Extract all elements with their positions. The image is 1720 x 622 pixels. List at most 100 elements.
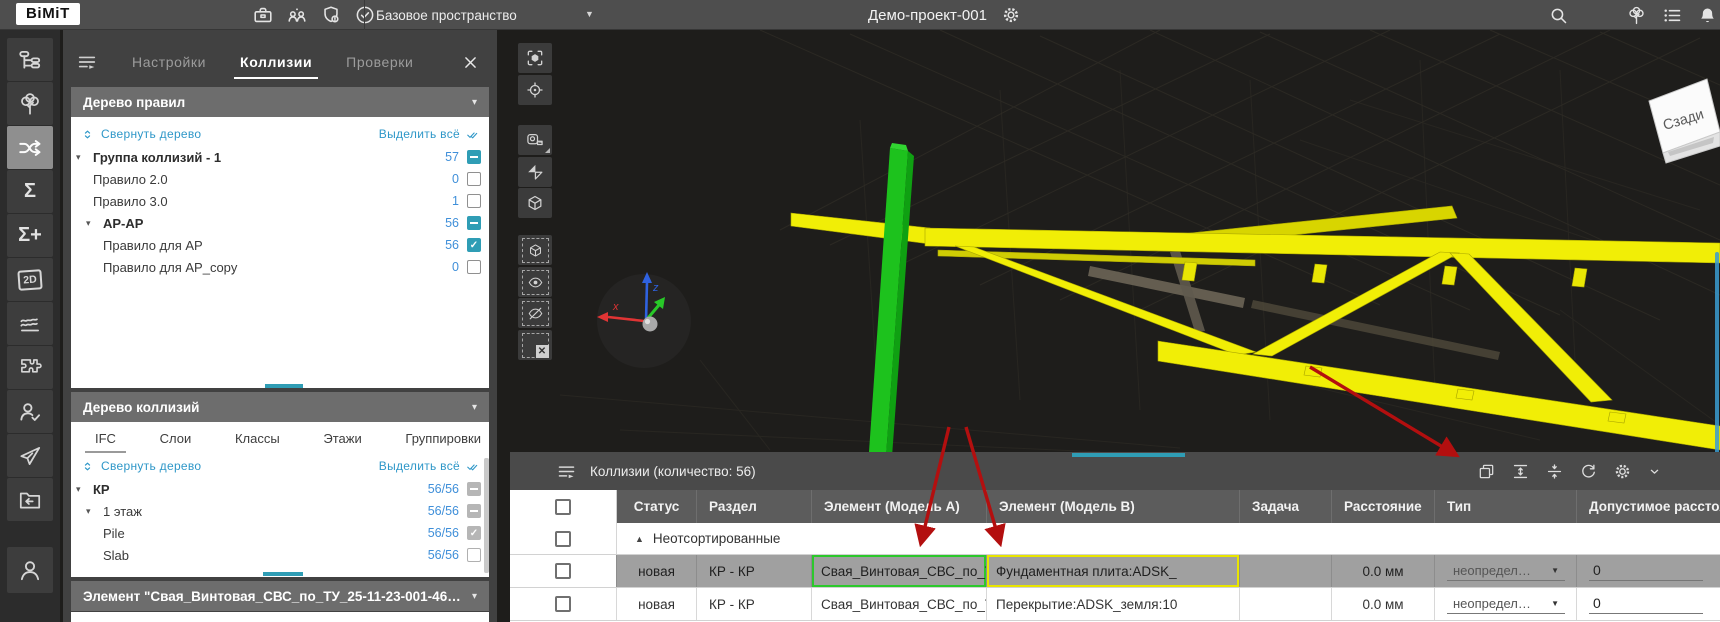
sidebar-item-model-tree[interactable]: [7, 82, 53, 125]
bell-icon-button[interactable]: [1697, 5, 1718, 26]
collapse-tree-link[interactable]: Свернуть дерево: [81, 127, 201, 141]
sidebar-item-user[interactable]: [7, 547, 53, 593]
sidebar-item-charts[interactable]: [7, 302, 53, 345]
hide-selection-button[interactable]: [518, 298, 552, 328]
group-checkbox[interactable]: [555, 531, 571, 547]
collapse-rows-icon[interactable]: [1545, 462, 1564, 481]
select-all-link[interactable]: Выделить всё: [379, 459, 479, 473]
row-checkbox[interactable]: [555, 596, 571, 612]
rule-tree-row[interactable]: ▾ Группа коллизий - 1 57: [71, 146, 489, 168]
model-tree-icon-button[interactable]: [1626, 5, 1647, 26]
shield-status-icon[interactable]: [320, 4, 342, 26]
ifc-tree-row[interactable]: Pile 56/56: [71, 522, 489, 544]
scroll-indicator[interactable]: [263, 572, 303, 576]
select-all-link[interactable]: Выделить всё: [379, 127, 479, 141]
type-select[interactable]: неопредел… ▼: [1447, 595, 1565, 614]
tab-layers[interactable]: Слои: [160, 431, 192, 446]
project-settings-gear-icon[interactable]: [1001, 5, 1021, 25]
tab-checks[interactable]: Проверки: [346, 54, 413, 70]
copy-icon[interactable]: [1477, 462, 1496, 481]
sidebar-item-sum-plus[interactable]: Σ+: [7, 214, 53, 257]
section-plane-button[interactable]: [518, 157, 552, 187]
tab-classes[interactable]: Классы: [235, 431, 280, 446]
section-box-button[interactable]: [518, 188, 552, 218]
rules-tree-header[interactable]: Дерево правил ▾: [71, 87, 489, 117]
app-logo: BiMiT: [16, 3, 80, 25]
tab-collisions[interactable]: Коллизии: [240, 54, 312, 70]
target-button[interactable]: [518, 75, 552, 105]
sidebar-item-sum[interactable]: Σ: [7, 170, 53, 213]
sidebar-item-user-check[interactable]: [7, 390, 53, 433]
search-icon-button[interactable]: [1548, 5, 1569, 26]
sidebar-item-structure[interactable]: [7, 38, 53, 81]
scroll-indicator[interactable]: [265, 384, 303, 388]
checkbox[interactable]: [467, 260, 481, 274]
allowed-distance-input[interactable]: 0: [1589, 561, 1703, 581]
axes-gizmo[interactable]: x z: [597, 272, 691, 368]
sidebar-item-trowel[interactable]: [7, 434, 53, 477]
sidebar-item-collisions[interactable]: [7, 126, 53, 169]
caret-up-icon[interactable]: ▲: [635, 534, 644, 544]
show-selection-button[interactable]: [518, 267, 552, 297]
sidebar-item-folder-export[interactable]: [7, 478, 53, 521]
tree-caret-icon[interactable]: ▾: [76, 152, 93, 163]
list-icon-button[interactable]: [1662, 5, 1683, 26]
checkbox[interactable]: [467, 504, 481, 518]
table-group-row[interactable]: ▲ Неотсортированные: [510, 523, 1720, 555]
refresh-icon[interactable]: [1579, 462, 1598, 481]
type-select[interactable]: неопредел… ▼: [1447, 562, 1565, 581]
team-icon[interactable]: [286, 4, 308, 26]
tab-groupings[interactable]: Группировки: [405, 431, 481, 446]
tree-caret-icon[interactable]: ▾: [76, 484, 93, 495]
tree-scrollbar[interactable]: [484, 458, 489, 573]
fit-view-button[interactable]: [518, 43, 552, 73]
measure-button[interactable]: [518, 125, 552, 155]
checkbox[interactable]: [467, 526, 481, 540]
highlighted-slab-structure: [791, 206, 1720, 450]
collapse-tree-link[interactable]: Свернуть дерево: [81, 459, 201, 473]
checkbox[interactable]: [467, 172, 481, 186]
check-circle-icon[interactable]: [354, 4, 376, 26]
view-cube[interactable]: Сзади: [1649, 79, 1720, 163]
briefcase-icon[interactable]: [252, 4, 274, 26]
caret-down-icon[interactable]: ▼: [585, 9, 594, 19]
sidebar-item-2d-view[interactable]: 2D: [7, 258, 53, 301]
ifc-tree-row[interactable]: Slab 56/56: [71, 544, 489, 566]
rule-tree-row[interactable]: Правило 2.0 0: [71, 168, 489, 190]
checkbox[interactable]: [467, 238, 481, 252]
checkbox[interactable]: [467, 194, 481, 208]
workspace-dropdown[interactable]: Базовое пространство: [376, 0, 517, 30]
clear-selection-button[interactable]: ✕: [518, 330, 552, 360]
checkbox[interactable]: [467, 150, 481, 164]
row-checkbox[interactable]: [555, 563, 571, 579]
tab-floors[interactable]: Этажи: [323, 431, 361, 446]
tab-ifc[interactable]: IFC: [95, 431, 116, 446]
collisions-tree-header[interactable]: Дерево коллизий ▾: [71, 392, 489, 422]
collision-row[interactable]: новая КР - КР Свая_Винтовая_СВС_по_ТУ_ П…: [510, 588, 1720, 621]
tree-caret-icon[interactable]: ▾: [86, 218, 103, 229]
rule-tree-row[interactable]: Правило для АР_copy 0: [71, 256, 489, 278]
panel-close-button[interactable]: [462, 54, 479, 71]
element-section-header[interactable]: Элемент "Свая_Винтовая_СВС_по_ТУ_25-11-2…: [71, 581, 489, 611]
collision-row[interactable]: новая КР - КР Свая_Винтовая_СВС_по_ТУ_ Ф…: [510, 555, 1720, 588]
gear-icon[interactable]: [1613, 462, 1632, 481]
chevron-down-icon[interactable]: [1647, 464, 1662, 479]
table-scroll-indicator[interactable]: [1072, 453, 1185, 457]
checkbox[interactable]: [467, 482, 481, 496]
sidebar-item-plugins[interactable]: [7, 346, 53, 389]
allowed-distance-input[interactable]: 0: [1589, 594, 1703, 614]
table-menu-icon[interactable]: [556, 461, 577, 482]
checkbox[interactable]: [467, 548, 481, 562]
rule-tree-row[interactable]: Правило 3.0 1: [71, 190, 489, 212]
checkbox[interactable]: [467, 216, 481, 230]
tab-settings[interactable]: Настройки: [132, 54, 206, 70]
rule-tree-row[interactable]: Правило для АР 56: [71, 234, 489, 256]
tree-caret-icon[interactable]: ▾: [86, 506, 103, 517]
panel-menu-icon[interactable]: [76, 51, 98, 73]
rule-tree-row[interactable]: ▾ АР-АР 56: [71, 212, 489, 234]
select-all-checkbox[interactable]: [555, 499, 571, 515]
expand-rows-icon[interactable]: [1511, 462, 1530, 481]
ifc-tree-row[interactable]: ▾ 1 этаж 56/56: [71, 500, 489, 522]
isolate-selection-button[interactable]: [518, 235, 552, 265]
ifc-tree-row[interactable]: ▾ КР 56/56: [71, 478, 489, 500]
